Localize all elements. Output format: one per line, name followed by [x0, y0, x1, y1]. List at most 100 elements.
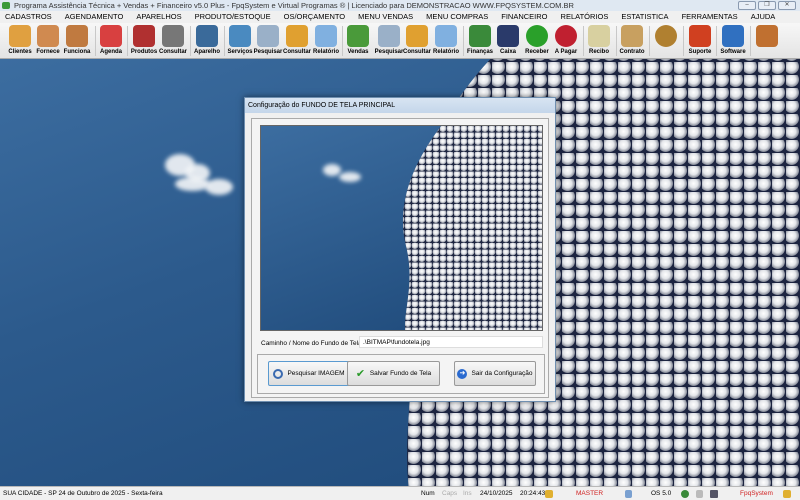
printer-icon — [315, 25, 337, 47]
path-label: Caminho / Nome do Fundo de Tela — [261, 340, 362, 347]
exit-config-button[interactable]: ➜ Sair da Configuração — [454, 361, 536, 386]
toolbar-button-clientes[interactable]: Clientes — [5, 25, 35, 55]
num-lock-indicator: Num — [421, 490, 435, 497]
minimize-button[interactable]: – — [738, 1, 756, 10]
toolbar-button-caixa[interactable]: Caixa — [493, 25, 523, 55]
toolbar-label: Clientes — [8, 49, 32, 55]
menu-menu-compras[interactable]: MENU COMPRAS — [426, 11, 488, 23]
toolbar-label: Consultar — [158, 49, 187, 55]
trash-icon[interactable] — [696, 490, 703, 498]
close-button[interactable]: ✕ — [778, 1, 796, 10]
path-input[interactable]: .\BITMAP\fundotela.jpg — [359, 336, 543, 348]
toolbar-separator — [716, 26, 717, 56]
menu-menu-vendas[interactable]: MENU VENDAS — [358, 11, 413, 23]
toolbar-button-pesquisar[interactable]: Pesquisar — [374, 25, 404, 55]
save-background-button[interactable]: ✔ Salvar Fundo de Tela — [347, 361, 440, 386]
magnifier-icon — [273, 368, 284, 379]
toolbar-button-vendas[interactable]: Vendas — [343, 25, 373, 55]
menu-cadastros[interactable]: CADASTROS — [5, 11, 52, 23]
toolbar-button-recibo[interactable]: Recibo — [584, 25, 614, 55]
toolbar-button-consultar[interactable]: Consultar — [158, 25, 188, 55]
products-icon — [133, 25, 155, 47]
title-bar: Programa Assistência Técnica + Vendas + … — [0, 0, 800, 11]
window-title: Programa Assistência Técnica + Vendas + … — [14, 1, 574, 10]
status-user: MASTER — [576, 490, 604, 497]
computer-icon[interactable] — [710, 490, 718, 498]
app-icon — [2, 2, 10, 9]
maximize-button[interactable]: ❐ — [758, 1, 776, 10]
toolbar-button-a-pagar[interactable]: A Pagar — [551, 25, 581, 55]
os-icon — [625, 490, 632, 498]
toolbar-label: Relatório — [432, 49, 459, 55]
supplier-icon — [37, 25, 59, 47]
status-time: 20:24:43 — [520, 490, 546, 497]
device-icon — [196, 25, 218, 47]
toolbar-button-contrato[interactable]: Contrato — [617, 25, 647, 55]
toolbar-separator — [127, 26, 128, 56]
toolbar-button-finanças[interactable]: Finanças — [465, 25, 495, 55]
toolbar-label: Consultar — [402, 49, 431, 55]
toolbar-button-software[interactable]: Software — [718, 25, 748, 55]
toolbar-button-consultar[interactable]: Consultar — [282, 25, 312, 55]
globe-icon[interactable] — [681, 490, 689, 498]
support-icon — [689, 25, 711, 47]
toolbar-label: Contrato — [619, 49, 645, 55]
toolbar-button-exit[interactable] — [752, 25, 782, 49]
printer-icon — [435, 25, 457, 47]
folder-icon — [406, 25, 428, 47]
toolbar-button-pesquisar[interactable]: Pesquisar — [253, 25, 283, 55]
insert-indicator: Ins — [463, 490, 472, 497]
coin-icon — [655, 25, 677, 47]
software-icon — [722, 25, 744, 47]
status-date: 24/10/2025 — [480, 490, 513, 497]
toolbar-label: Finanças — [466, 49, 493, 55]
menu-produto-estoque[interactable]: PRODUTO/ESTOQUE — [195, 11, 271, 23]
toolbar-button-fornece[interactable]: Fornece — [33, 25, 63, 55]
toolbar-separator — [190, 26, 191, 56]
menu-agendamento[interactable]: AGENDAMENTO — [65, 11, 124, 23]
receipt-icon — [588, 25, 610, 47]
toolbar-button-consultar[interactable]: Consultar — [402, 25, 432, 55]
status-bar: SUA CIDADE - SP 24 de Outubro de 2025 - … — [0, 486, 800, 500]
toolbar-button-relat-rio[interactable]: Relatório — [431, 25, 461, 55]
toolbar-button-serviços[interactable]: Serviços — [225, 25, 255, 55]
toolbar-button-suporte[interactable]: Suporte — [685, 25, 715, 55]
menu-ferramentas[interactable]: FERRAMENTAS — [682, 11, 738, 23]
toolbar-label: Produtos — [130, 49, 158, 55]
exit-icon — [756, 25, 778, 47]
toolbar-button-agenda[interactable]: Agenda — [96, 25, 126, 55]
toolbar-button-receber[interactable]: Receber — [522, 25, 552, 55]
background-config-dialog: Configuração do FUNDO DE TELA PRINCIPAL … — [244, 97, 556, 402]
menu-financeiro[interactable]: FINANCEIRO — [501, 11, 547, 23]
user-icon — [783, 490, 791, 498]
menu-ajuda[interactable]: AJUDA — [751, 11, 776, 23]
search-doc-icon — [378, 25, 400, 47]
toolbar-button-funciona[interactable]: Funciona — [62, 25, 92, 55]
menu-relat-rios[interactable]: RELATÓRIOS — [561, 11, 609, 23]
menu-estatistica[interactable]: ESTATISTICA — [621, 11, 668, 23]
cart-icon — [347, 25, 369, 47]
toolbar-separator — [750, 26, 751, 56]
status-brand: FpqSystem — [740, 490, 773, 497]
toolbar-button-aparelho[interactable]: Aparelho — [192, 25, 222, 55]
toolbar-label: Serviços — [227, 49, 253, 55]
toolbar-separator — [683, 26, 684, 56]
menu-os-or-amento[interactable]: OS/ORÇAMENTO — [284, 11, 346, 23]
search-image-button[interactable]: Pesquisar IMAGEM — [268, 361, 350, 386]
toolbar-button-produtos[interactable]: Produtos — [129, 25, 159, 55]
caps-lock-indicator: Caps — [442, 490, 458, 497]
toolbar-label: Consultar — [282, 49, 311, 55]
toolbar-label: Caixa — [499, 49, 516, 55]
toolbar-label: A Pagar — [554, 49, 578, 55]
status-os: OS 5.0 — [651, 490, 672, 497]
search-doc-icon — [257, 25, 279, 47]
contract-icon — [621, 25, 643, 47]
toolbar-label: Suporte — [688, 49, 712, 55]
toolbar-button-coin[interactable] — [651, 25, 681, 49]
toolbar-label: Aparelho — [193, 49, 220, 55]
toolbar-label: Pesquisar — [374, 49, 404, 55]
toolbar: Clientes Fornece Funciona Agenda Produtos Con… — [0, 23, 800, 59]
checkmark-icon: ✔ — [355, 367, 366, 380]
toolbar-button-relat-rio[interactable]: Relatório — [311, 25, 341, 55]
menu-aparelhos[interactable]: APARELHOS — [136, 11, 181, 23]
